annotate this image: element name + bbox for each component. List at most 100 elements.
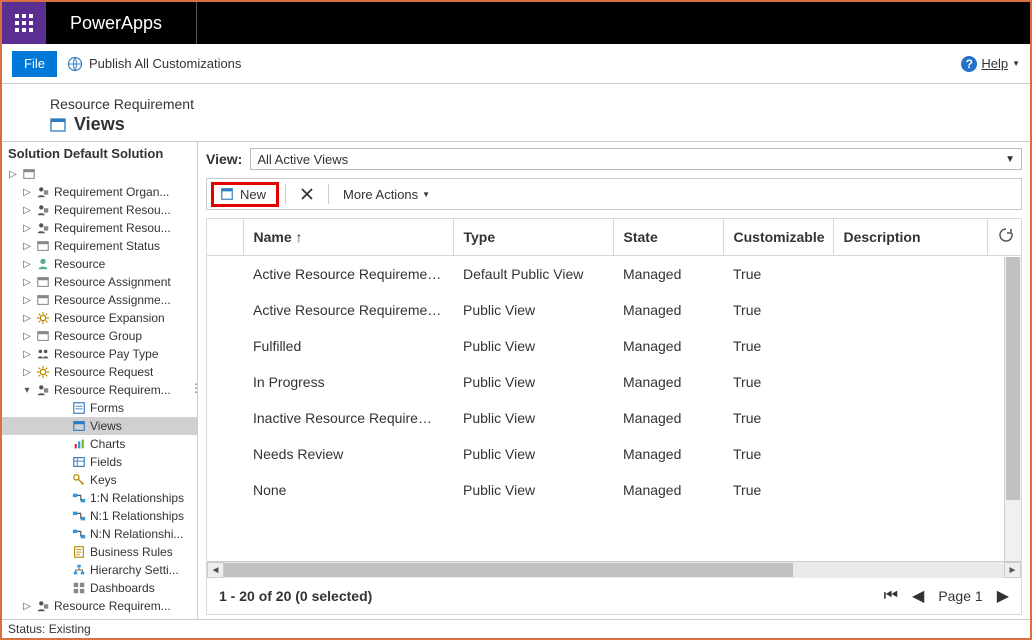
expand-icon[interactable]: ▷ <box>8 169 18 180</box>
person-icon <box>36 203 50 217</box>
table-row[interactable]: NonePublic ViewManagedTrue <box>207 472 1021 508</box>
tree-node[interactable]: Views <box>2 417 197 435</box>
delete-button[interactable] <box>292 183 322 205</box>
cell: True <box>723 436 833 472</box>
solution-tree[interactable]: ▷▷Requirement Organ...▷Requirement Resou… <box>2 165 197 619</box>
rel-icon <box>72 527 86 541</box>
tree-node[interactable]: ▷Resource Group <box>2 327 197 345</box>
scroll-track[interactable] <box>224 562 1004 578</box>
tree-node[interactable]: ▷ Resource Requirem... <box>2 597 197 615</box>
tree-node[interactable]: ▷Resource <box>2 255 197 273</box>
expand-icon[interactable]: ▷ <box>22 367 32 378</box>
cell: Public View <box>453 472 613 508</box>
scroll-left-button[interactable]: ◄ <box>207 562 224 578</box>
row-selector[interactable] <box>207 436 243 472</box>
tree-node[interactable]: Charts <box>2 435 197 453</box>
first-page-button[interactable]: ⏮ <box>884 587 898 605</box>
tree-node[interactable]: ▷ Requirement Status <box>2 237 197 255</box>
app-launcher-button[interactable] <box>2 2 46 44</box>
cell: In Progress <box>243 364 453 400</box>
row-selector[interactable] <box>207 364 243 400</box>
file-button[interactable]: File <box>12 51 57 77</box>
cell: Managed <box>613 436 723 472</box>
tree-node[interactable]: Dashboards <box>2 579 197 597</box>
tree-node[interactable]: Fields <box>2 453 197 471</box>
tree-node[interactable]: ▷Resource Expansion <box>2 309 197 327</box>
expand-icon[interactable]: ▷ <box>22 295 32 306</box>
expand-icon[interactable]: ▷ <box>22 205 32 216</box>
expand-icon[interactable]: ▷ <box>22 241 32 252</box>
table-row[interactable]: In ProgressPublic ViewManagedTrue <box>207 364 1021 400</box>
row-selector[interactable] <box>207 292 243 328</box>
table-row[interactable]: Inactive Resource RequirementsPublic Vie… <box>207 400 1021 436</box>
expand-icon[interactable]: ▷ <box>22 349 32 360</box>
tree-node-label: Resource Requirem... <box>54 599 171 613</box>
tree-node[interactable]: ▷Requirement Organ... <box>2 183 197 201</box>
row-selector[interactable] <box>207 328 243 364</box>
tree-node[interactable]: ▷Requirement Resou... <box>2 201 197 219</box>
scroll-thumb[interactable] <box>1006 257 1020 500</box>
cell: Public View <box>453 400 613 436</box>
collapse-icon[interactable]: ▾ <box>22 385 32 396</box>
next-page-button[interactable]: ▶ <box>997 586 1009 606</box>
tree-node-label: Requirement Status <box>54 239 160 253</box>
column-name[interactable]: Name ↑ <box>243 219 453 255</box>
view-select[interactable]: All Active Views <box>250 148 1022 170</box>
tree-node[interactable]: N:N Relationshi... <box>2 525 197 543</box>
table-row[interactable]: Needs ReviewPublic ViewManagedTrue <box>207 436 1021 472</box>
scroll-right-button[interactable]: ► <box>1004 562 1021 578</box>
more-actions-button[interactable]: More Actions ▼ <box>335 183 438 206</box>
tree-node[interactable]: ▷Resource Assignme... <box>2 291 197 309</box>
tree-node-label: Dashboards <box>90 581 155 595</box>
publish-all-button[interactable]: Publish All Customizations <box>57 44 251 84</box>
column-checkbox[interactable] <box>207 219 243 255</box>
tree-node[interactable]: ▷Requirement Resou... <box>2 219 197 237</box>
top-bar: PowerApps <box>2 2 1030 44</box>
tree-node[interactable]: Hierarchy Setti... <box>2 561 197 579</box>
tree-node[interactable]: ▷Resource Assignment <box>2 273 197 291</box>
prev-page-button[interactable]: ◀ <box>912 586 924 606</box>
help-menu[interactable]: ? Help ▼ <box>961 56 1020 72</box>
new-button[interactable]: New <box>211 182 279 207</box>
expand-icon[interactable]: ▷ <box>22 187 32 198</box>
scroll-thumb[interactable] <box>224 563 793 577</box>
views-grid[interactable]: Name ↑ Type State Customizable Descripti… <box>207 219 1021 561</box>
tree-node-label: Forms <box>90 401 124 415</box>
tree-node[interactable]: Business Rules <box>2 543 197 561</box>
refresh-button[interactable] <box>987 219 1021 255</box>
column-customizable[interactable]: Customizable <box>723 219 833 255</box>
cell: Public View <box>453 436 613 472</box>
resize-handle[interactable]: ⋮ <box>190 381 198 395</box>
horizontal-scrollbar[interactable]: ◄ ► <box>207 561 1021 578</box>
table-row[interactable]: Active Resource RequirementsDefault Publ… <box>207 255 1021 292</box>
expand-icon[interactable]: ▷ <box>22 331 32 342</box>
expand-icon[interactable]: ▷ <box>22 259 32 270</box>
gear-icon <box>36 365 50 379</box>
row-selector[interactable] <box>207 400 243 436</box>
cell: Managed <box>613 292 723 328</box>
column-state[interactable]: State <box>613 219 723 255</box>
status-text: Status: Existing <box>8 622 91 636</box>
tree-node[interactable]: ▷ <box>2 165 197 183</box>
expand-icon[interactable]: ▷ <box>22 223 32 234</box>
cell: True <box>723 292 833 328</box>
table-row[interactable]: FulfilledPublic ViewManagedTrue <box>207 328 1021 364</box>
tree-node[interactable]: ▾Resource Requirem... <box>2 381 197 399</box>
row-selector[interactable] <box>207 472 243 508</box>
tree-node[interactable]: N:1 Relationships <box>2 507 197 525</box>
vertical-scrollbar[interactable] <box>1004 257 1021 561</box>
tree-node[interactable]: Forms <box>2 399 197 417</box>
tree-node[interactable]: ▷Resource Request <box>2 363 197 381</box>
expand-icon[interactable]: ▷ <box>22 313 32 324</box>
cell <box>833 400 987 436</box>
tree-node[interactable]: 1:N Relationships <box>2 489 197 507</box>
tree-node[interactable]: ▷Resource Pay Type <box>2 345 197 363</box>
cell <box>833 292 987 328</box>
tree-node[interactable]: Keys <box>2 471 197 489</box>
expand-icon[interactable]: ▷ <box>22 601 32 612</box>
column-type[interactable]: Type <box>453 219 613 255</box>
table-row[interactable]: Active Resource Requirements ...Public V… <box>207 292 1021 328</box>
column-description[interactable]: Description <box>833 219 987 255</box>
row-selector[interactable] <box>207 255 243 292</box>
expand-icon[interactable]: ▷ <box>22 277 32 288</box>
